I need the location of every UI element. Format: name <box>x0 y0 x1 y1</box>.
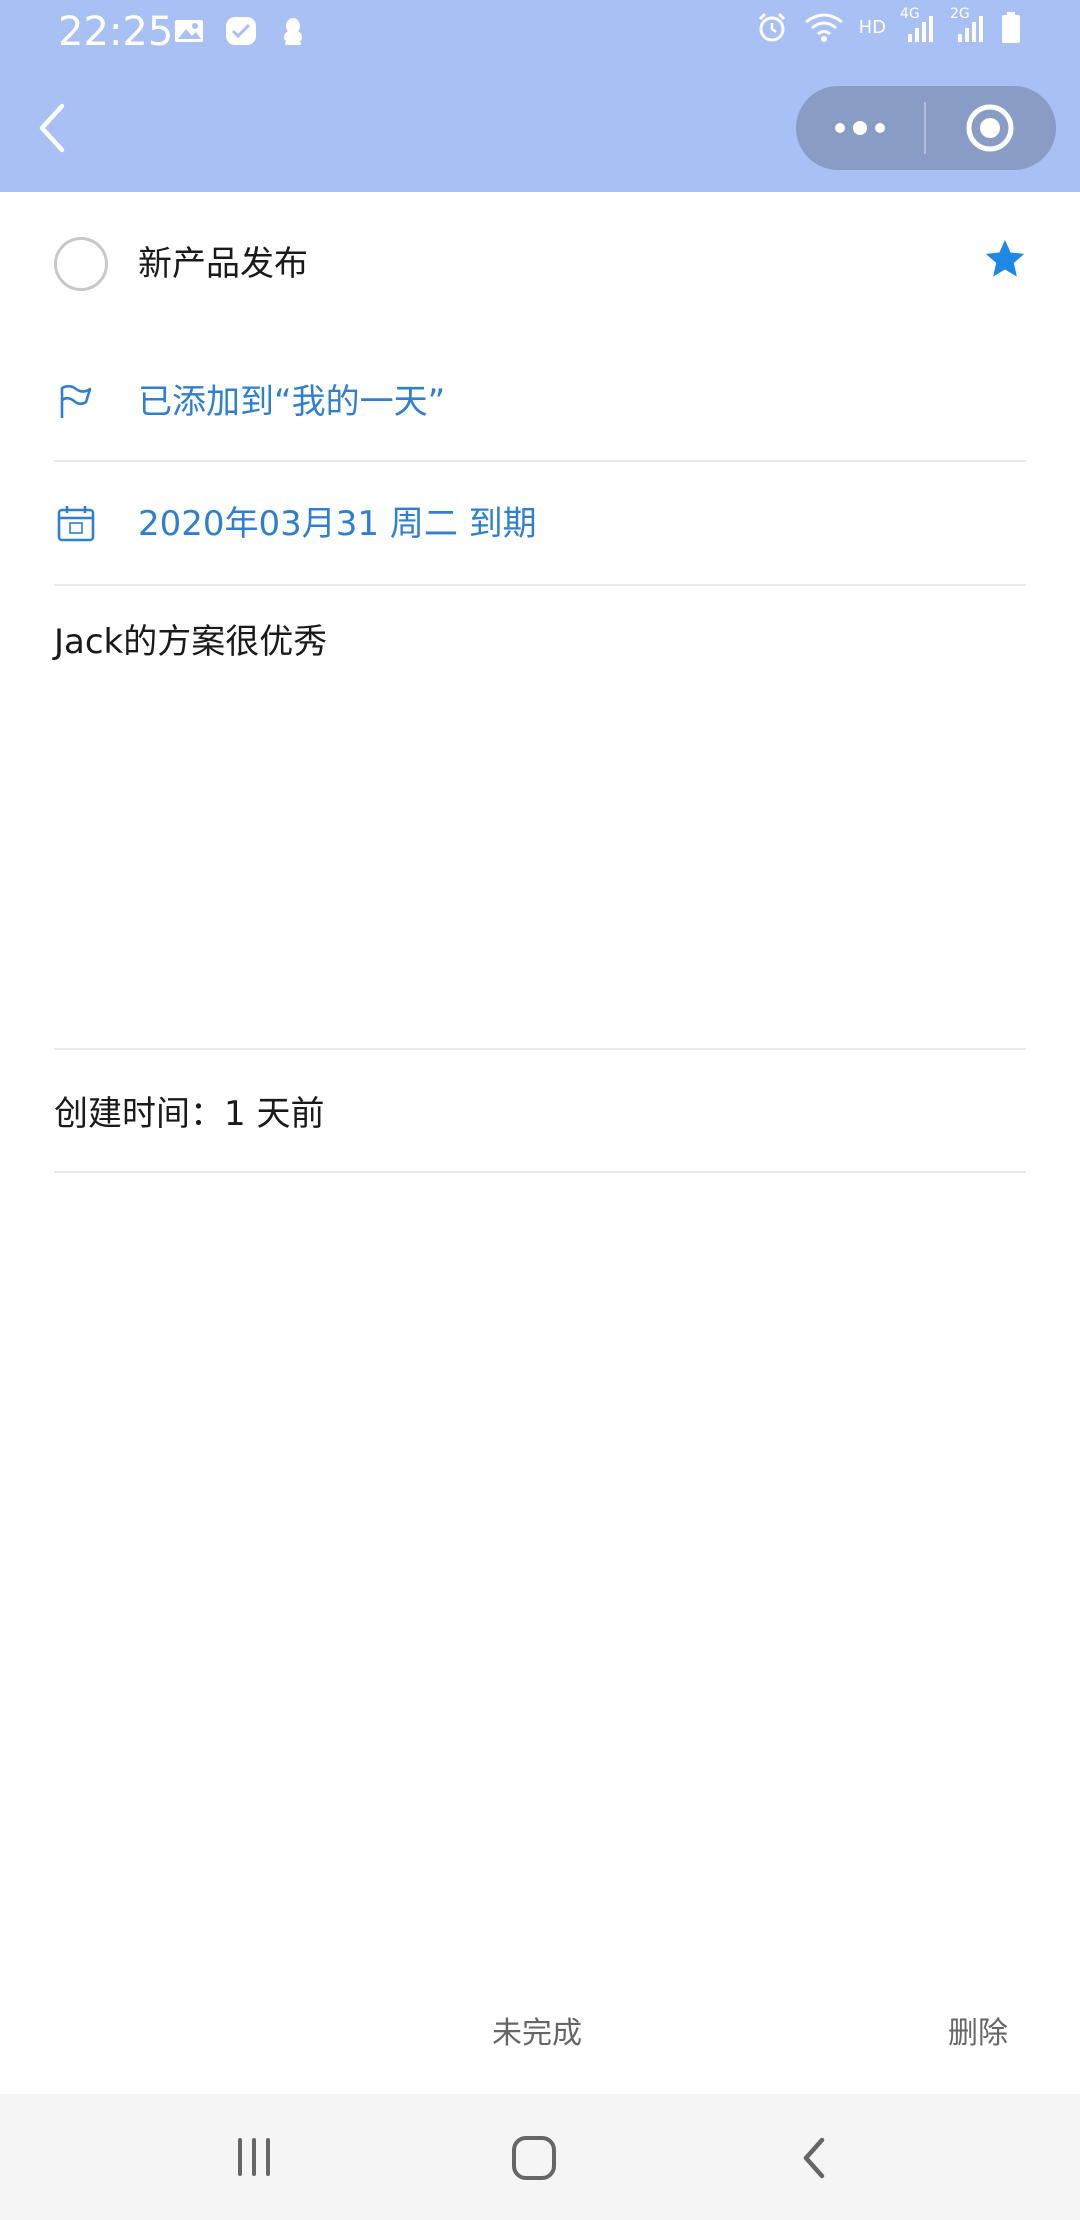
back-arrow-icon <box>803 2137 825 2179</box>
due-date-row[interactable]: 2020年03月31 周二 到期 <box>0 462 1080 586</box>
gallery-icon <box>175 20 203 42</box>
flag-icon <box>60 384 92 418</box>
divider <box>54 584 1026 586</box>
delete-button[interactable]: 删除 <box>948 2012 1008 2056</box>
more-dots-icon <box>835 121 885 135</box>
battery-icon <box>1002 12 1020 43</box>
star-button[interactable] <box>982 236 1028 282</box>
home-icon <box>512 2136 556 2180</box>
close-miniprogram-button[interactable] <box>926 86 1054 170</box>
wifi-icon <box>804 13 843 42</box>
miniprogram-capsule <box>796 86 1056 170</box>
due-date-label: 2020年03月31 周二 到期 <box>138 504 537 544</box>
my-day-row[interactable]: 已添加到“我的一天” <box>0 342 1080 466</box>
status-left-icons <box>172 14 310 48</box>
created-time-text: 创建时间：1 天前 <box>54 1094 325 1134</box>
divider <box>54 1048 1026 1050</box>
checklist-app-icon <box>226 17 256 45</box>
recent-apps-icon <box>238 2138 270 2176</box>
mark-incomplete-button[interactable]: 未完成 <box>492 2012 582 2056</box>
alarm-icon <box>758 12 785 42</box>
system-navigation-bar <box>0 2094 1080 2220</box>
target-close-icon <box>966 104 1014 152</box>
task-complete-checkbox[interactable] <box>54 237 108 291</box>
qq-icon <box>284 18 302 45</box>
more-button[interactable] <box>796 86 924 170</box>
my-day-label: 已添加到“我的一天” <box>138 382 446 422</box>
recent-apps-button[interactable] <box>224 2128 284 2188</box>
task-title[interactable]: 新产品发布 <box>138 240 308 288</box>
home-button[interactable] <box>504 2128 564 2188</box>
divider <box>54 1171 1026 1173</box>
calendar-icon <box>57 506 95 542</box>
signal-4g-icon: 4G <box>900 6 936 44</box>
task-header: 新产品发布 <box>0 192 1080 336</box>
status-right: HD 4G 2G <box>755 6 1022 44</box>
hd-indicator: HD <box>858 16 886 38</box>
note-text[interactable]: Jack的方案很优秀 <box>54 618 327 666</box>
chevron-left-icon <box>39 103 65 153</box>
signal-2g-icon: 2G <box>950 6 986 44</box>
system-back-button[interactable] <box>786 2128 846 2188</box>
star-icon <box>985 239 1025 277</box>
status-time: 22:25 <box>58 9 174 55</box>
app-header: 22:25 HD 4G 2G <box>0 0 1080 192</box>
back-button[interactable] <box>30 96 78 160</box>
